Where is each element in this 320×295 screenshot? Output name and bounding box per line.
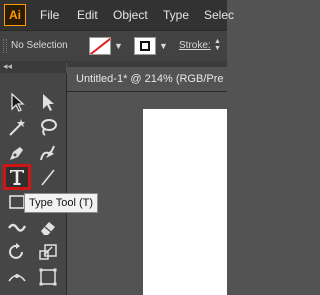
- eraser-tool-icon[interactable]: [36, 216, 60, 238]
- menu-object[interactable]: Object: [113, 8, 148, 22]
- type-tool-icon[interactable]: [3, 164, 31, 190]
- stroke-swatch[interactable]: [134, 37, 156, 55]
- shaper-tool-icon[interactable]: [5, 216, 29, 238]
- chevron-down-icon[interactable]: ▼: [159, 41, 168, 51]
- menu-select[interactable]: Selec: [204, 8, 234, 22]
- artboard[interactable]: [143, 109, 227, 295]
- document-tab[interactable]: Untitled-1* @ 214% (RGB/Pre: [67, 67, 227, 91]
- scale-tool-icon[interactable]: [36, 241, 60, 263]
- grip-handle[interactable]: [3, 39, 7, 53]
- menu-type[interactable]: Type: [163, 8, 189, 22]
- stroke-label[interactable]: Stroke:: [179, 40, 211, 51]
- control-bar: No Selection ▼ ▼ Stroke: ▲ ▼: [0, 30, 227, 62]
- fill-swatch[interactable]: [89, 37, 111, 55]
- magic-wand-tool-icon[interactable]: [5, 116, 29, 138]
- menu-bar: Ai File Edit Object Type Selec: [0, 0, 234, 30]
- selection-tool-icon[interactable]: [5, 91, 29, 113]
- pen-tool-icon[interactable]: [5, 141, 29, 163]
- illustrator-logo: Ai: [4, 4, 26, 26]
- tools-panel-header: ◂◂: [0, 61, 66, 73]
- curvature-tool-icon[interactable]: [36, 141, 60, 163]
- rotate-tool-icon[interactable]: [5, 241, 29, 263]
- document-tab-bar: Untitled-1* @ 214% (RGB/Pre: [67, 61, 227, 92]
- collapse-icon[interactable]: ◂◂: [3, 61, 12, 72]
- chevron-down-icon[interactable]: ▼: [114, 41, 123, 51]
- tools-panel: [0, 73, 67, 295]
- direct-selection-tool-icon[interactable]: [36, 91, 60, 113]
- selection-status: No Selection: [11, 40, 68, 51]
- stroke-stepper[interactable]: ▲ ▼: [214, 38, 224, 52]
- lasso-tool-icon[interactable]: [36, 116, 60, 138]
- document-tab-title: Untitled-1* @ 214% (RGB/Pre: [76, 73, 224, 85]
- width-tool-icon[interactable]: [5, 266, 29, 288]
- menu-edit[interactable]: Edit: [77, 8, 98, 22]
- type-tool-tooltip: Type Tool (T): [24, 193, 98, 213]
- free-transform-tool-icon[interactable]: [36, 266, 60, 288]
- line-segment-tool-icon[interactable]: [36, 166, 60, 188]
- menu-file[interactable]: File: [40, 8, 59, 22]
